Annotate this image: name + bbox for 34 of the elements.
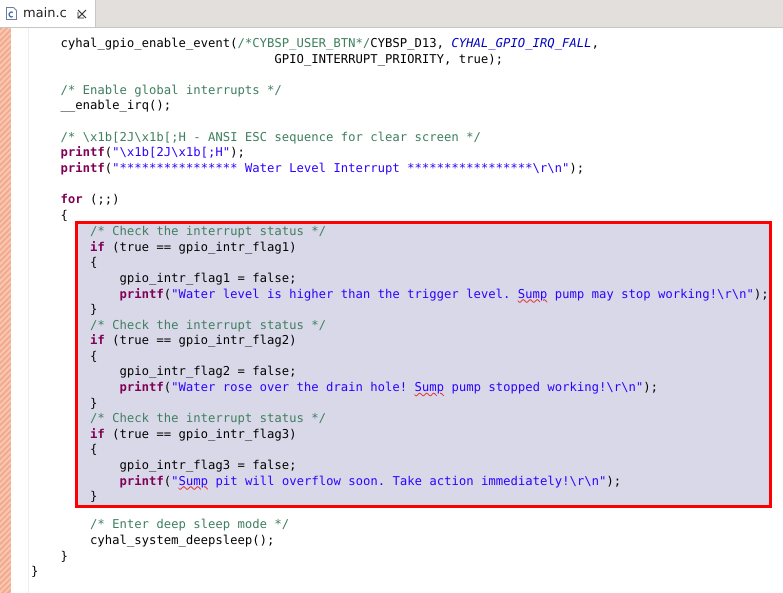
code-line: { [89, 348, 98, 364]
code-line: printf("Water level is higher than the trigger level. Sump pump may stop working!\r\n"); [118, 286, 769, 302]
code-line: /* Enable global interrupts */ [60, 82, 282, 98]
c-file-icon [6, 7, 17, 20]
code-line: /* \x1b[2J\x1b[;H - ANSI ESC sequence for clear screen */ [60, 130, 481, 146]
code-line: cyhal_system_deepsleep(); [89, 533, 274, 549]
code-line: } [60, 548, 68, 564]
code-line: } [31, 564, 38, 580]
code-line: for (;;) [60, 192, 120, 208]
code-line: /* Check the interrupt status */ [89, 224, 326, 240]
code-line: GPIO_INTERRUPT_PRIORITY, true); [273, 52, 504, 68]
code-line: } [89, 396, 98, 412]
code-line: { [60, 208, 68, 224]
code-line: /* Enter deep sleep mode */ [89, 517, 290, 533]
code-line: printf("Water rose over the drain hole! Sump pump stopped working!\r\n"); [118, 380, 658, 396]
code-line: __enable_irq(); [60, 98, 172, 114]
code-line: if (true == gpio_intr_flag3) [89, 426, 297, 442]
code-line: /* Check the interrupt status */ [89, 411, 326, 427]
code-line: } [89, 302, 98, 318]
code-line: gpio_intr_flag1 = false; [118, 270, 297, 286]
code-line: printf("Sump pit will overflow soon. Take action immediately!\r\n"); [118, 474, 622, 490]
code-line: if (true == gpio_intr_flag1) [89, 240, 297, 256]
code-line: /* Check the interrupt status */ [89, 318, 326, 334]
code-line: } [89, 489, 98, 505]
code-line: { [89, 442, 98, 458]
code-line: { [89, 255, 98, 271]
code-line: gpio_intr_flag2 = false; [118, 364, 297, 380]
close-icon[interactable] [76, 8, 87, 18]
code-line: gpio_intr_flag3 = false; [118, 458, 297, 474]
editor-tab[interactable]: main.c [0, 0, 96, 27]
code-line: printf("**************** Water Level Interrupt *****************\r\n"); [60, 160, 584, 176]
code-line: cyhal_gpio_enable_event(/*CYBSP_USER_BTN*/CYBSP_D13, CYHAL_GPIO_IRQ_FALL, [60, 36, 599, 52]
code-line: if (true == gpio_intr_flag2) [89, 333, 297, 349]
code-line: printf("\x1b[2J\x1b[;H"); [60, 145, 245, 161]
